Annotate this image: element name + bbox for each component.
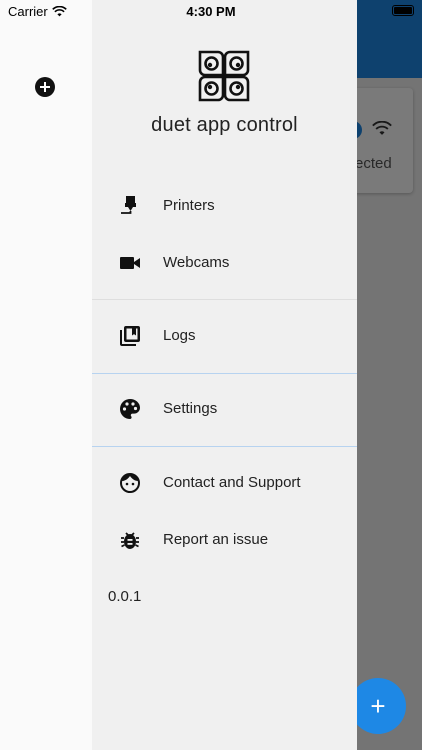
face-icon <box>120 473 140 493</box>
plus-icon: + <box>370 690 386 721</box>
nav-item-contact-support[interactable]: Contact and Support <box>92 459 357 507</box>
nav-item-report-issue[interactable]: Report an issue <box>92 516 357 564</box>
add-circle-icon[interactable] <box>35 77 55 97</box>
nav-label: Contact and Support <box>163 474 301 491</box>
nav-item-logs[interactable]: Logs <box>92 312 357 360</box>
printer-icon <box>121 196 136 214</box>
nav-label: Printers <box>163 197 215 214</box>
side-strip <box>0 0 92 750</box>
battery-icon <box>392 5 414 16</box>
bug-icon <box>121 532 139 549</box>
add-printer-fab[interactable]: + <box>350 678 406 734</box>
nav-item-webcams[interactable]: Webcams <box>92 239 357 287</box>
videocam-icon <box>120 257 140 269</box>
clock: 4:30 PM <box>186 4 236 19</box>
library-books-icon <box>120 326 140 346</box>
nav-label: Report an issue <box>163 531 269 548</box>
nav-item-printers[interactable]: Printers <box>92 182 357 230</box>
divider <box>92 299 357 300</box>
status-bar: Carrier 4:30 PM <box>0 0 422 22</box>
nav-label: Logs <box>163 327 196 344</box>
nav-label: Webcams <box>163 254 230 271</box>
navigation-drawer: duet app control Printers Webcams Logs S… <box>92 0 357 750</box>
divider <box>92 373 357 374</box>
app-version: 0.0.1 <box>108 588 142 605</box>
palette-icon <box>120 399 140 419</box>
nav-item-settings[interactable]: Settings <box>92 385 357 433</box>
divider <box>92 446 357 447</box>
nav-label: Settings <box>163 400 218 417</box>
app-title: duet app control <box>151 114 298 136</box>
app-logo <box>198 50 250 102</box>
